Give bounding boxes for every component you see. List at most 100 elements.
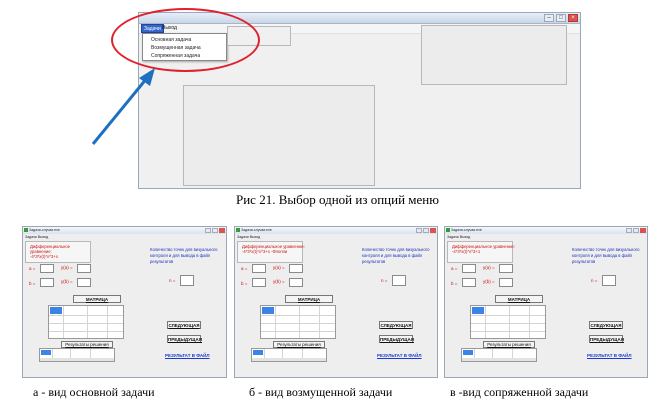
app-icon bbox=[446, 228, 450, 232]
figure-caption: Рис 21. Выбор одной из опций меню bbox=[236, 192, 439, 207]
a-label: a = bbox=[451, 266, 458, 271]
maximize-button[interactable] bbox=[633, 228, 639, 233]
ya-label: y(a) = bbox=[273, 265, 285, 270]
results-button[interactable]: Результаты решения bbox=[61, 341, 113, 348]
points-caption-2: контроля и для вывода в файл bbox=[362, 253, 423, 258]
window-title-text: Задачи-случаи.exe bbox=[29, 228, 60, 232]
results-button[interactable]: Результаты решения bbox=[483, 341, 535, 348]
horizontal-scrollbar[interactable] bbox=[462, 358, 536, 361]
task-window-2: Задачи-случаи.exe Задачи Выход Дифференц… bbox=[234, 226, 438, 378]
ya-label: y(a) = bbox=[483, 265, 495, 270]
a-input[interactable] bbox=[462, 264, 476, 273]
a-input[interactable] bbox=[252, 264, 266, 273]
close-button[interactable]: × bbox=[568, 14, 578, 22]
points-caption-3: результатов bbox=[150, 259, 174, 264]
caption-main-task: а - вид основной задачи bbox=[33, 385, 155, 399]
maximize-button[interactable] bbox=[212, 228, 218, 233]
window-title-text: Задачи-случаи.exe bbox=[241, 228, 272, 232]
selected-cell bbox=[472, 307, 484, 314]
previous-button[interactable]: ПРЕДЫДУЩАЯ bbox=[589, 335, 624, 343]
equation-line-2: -4*3*x(t)*x^3+1 bbox=[452, 249, 481, 254]
points-caption-1: Количество точек для визуального bbox=[150, 247, 218, 252]
minimize-button[interactable] bbox=[416, 228, 422, 233]
next-button[interactable]: СЛЕДУЮЩАЯ bbox=[167, 321, 201, 329]
minimize-button[interactable]: – bbox=[544, 14, 554, 22]
selected-cell bbox=[463, 350, 473, 355]
minimize-button[interactable] bbox=[205, 228, 211, 233]
matrix-button[interactable]: МАТРИЦА bbox=[285, 295, 333, 303]
yb-input[interactable] bbox=[77, 278, 91, 287]
window-title: Задачи-случаи.exe bbox=[23, 227, 226, 234]
results-table[interactable] bbox=[39, 348, 115, 362]
a-label: a = bbox=[29, 266, 36, 271]
b-input[interactable] bbox=[252, 278, 266, 287]
yb-label: y(b) = bbox=[61, 279, 73, 284]
right-panel bbox=[421, 25, 567, 85]
n-label: n = bbox=[169, 278, 176, 283]
yb-input[interactable] bbox=[499, 278, 513, 287]
ya-input[interactable] bbox=[499, 264, 513, 273]
points-caption-2: контроля и для вывода в файл bbox=[572, 253, 633, 258]
results-table[interactable] bbox=[251, 348, 327, 362]
caption-perturbed-task: б - вид возмущенной задачи bbox=[249, 385, 393, 399]
pointer-arrow-icon bbox=[91, 68, 155, 145]
n-label: n = bbox=[591, 278, 598, 283]
b-input[interactable] bbox=[462, 278, 476, 287]
results-button[interactable]: Результаты решения bbox=[273, 341, 325, 348]
save-results-link[interactable]: РЕЗУЛЬТАТ В ФАЙЛ bbox=[587, 353, 632, 358]
save-results-link[interactable]: РЕЗУЛЬТАТ В ФАЙЛ bbox=[377, 353, 422, 358]
caption-conjugate-task: в -вид сопряженной задачи bbox=[450, 385, 589, 399]
equation-line-2: -4*3*x(t)*x^3+x -Флоппи bbox=[242, 249, 288, 254]
points-caption-3: результатов bbox=[572, 259, 596, 264]
window-title: Задачи-случаи.exe bbox=[445, 227, 647, 234]
horizontal-scrollbar[interactable] bbox=[252, 358, 326, 361]
a-input[interactable] bbox=[40, 264, 54, 273]
selected-cell bbox=[262, 307, 274, 314]
horizontal-scrollbar[interactable] bbox=[40, 358, 114, 361]
points-caption-3: результатов bbox=[362, 259, 386, 264]
equation-line-3: -4*3*x(t)*x^3+x bbox=[30, 254, 58, 259]
close-button[interactable] bbox=[219, 228, 225, 233]
matrix-button[interactable]: МАТРИЦА bbox=[73, 295, 121, 303]
menu-bar[interactable]: Задачи Выход bbox=[445, 234, 647, 240]
a-label: a = bbox=[241, 266, 248, 271]
minimize-button[interactable] bbox=[626, 228, 632, 233]
matrix-grid[interactable] bbox=[48, 305, 124, 339]
matrix-button[interactable]: МАТРИЦА bbox=[495, 295, 543, 303]
next-button[interactable]: СЛЕДУЮЩАЯ bbox=[379, 321, 413, 329]
app-icon bbox=[236, 228, 240, 232]
yb-input[interactable] bbox=[289, 278, 303, 287]
close-button[interactable] bbox=[640, 228, 646, 233]
previous-button[interactable]: ПРЕДЫДУЩАЯ bbox=[379, 335, 414, 343]
menu-bar[interactable]: Задачи Выход bbox=[23, 234, 226, 240]
center-panel bbox=[183, 85, 375, 186]
yb-label: y(b) = bbox=[273, 279, 285, 284]
window-title-text: Задачи-случаи.exe bbox=[451, 228, 482, 232]
n-input[interactable] bbox=[602, 275, 616, 286]
selected-cell bbox=[41, 350, 51, 355]
matrix-grid[interactable] bbox=[470, 305, 546, 339]
points-caption-1: Количество точек для визуального bbox=[572, 247, 640, 252]
n-input[interactable] bbox=[392, 275, 406, 286]
next-button[interactable]: СЛЕДУЮЩАЯ bbox=[589, 321, 623, 329]
results-table[interactable] bbox=[461, 348, 537, 362]
menu-bar[interactable]: Задачи Выход bbox=[235, 234, 437, 240]
maximize-button[interactable]: □ bbox=[556, 14, 566, 22]
previous-button[interactable]: ПРЕДЫДУЩАЯ bbox=[167, 335, 202, 343]
maximize-button[interactable] bbox=[423, 228, 429, 233]
close-button[interactable] bbox=[430, 228, 436, 233]
task-window-1: Задачи-случаи.exe Задачи Выход Дифференц… bbox=[22, 226, 227, 378]
n-input[interactable] bbox=[180, 275, 194, 286]
save-results-link[interactable]: РЕЗУЛЬТАТ В ФАЙЛ bbox=[165, 353, 210, 358]
selected-cell bbox=[253, 350, 263, 355]
selected-cell bbox=[50, 307, 62, 314]
matrix-grid[interactable] bbox=[260, 305, 336, 339]
yb-label: y(b) = bbox=[483, 279, 495, 284]
b-label: b = bbox=[29, 281, 36, 286]
window-title: Задачи-случаи.exe bbox=[235, 227, 437, 234]
app-icon bbox=[24, 228, 28, 232]
ya-input[interactable] bbox=[77, 264, 91, 273]
ya-input[interactable] bbox=[289, 264, 303, 273]
ya-label: y(a) = bbox=[61, 265, 73, 270]
b-input[interactable] bbox=[40, 278, 54, 287]
